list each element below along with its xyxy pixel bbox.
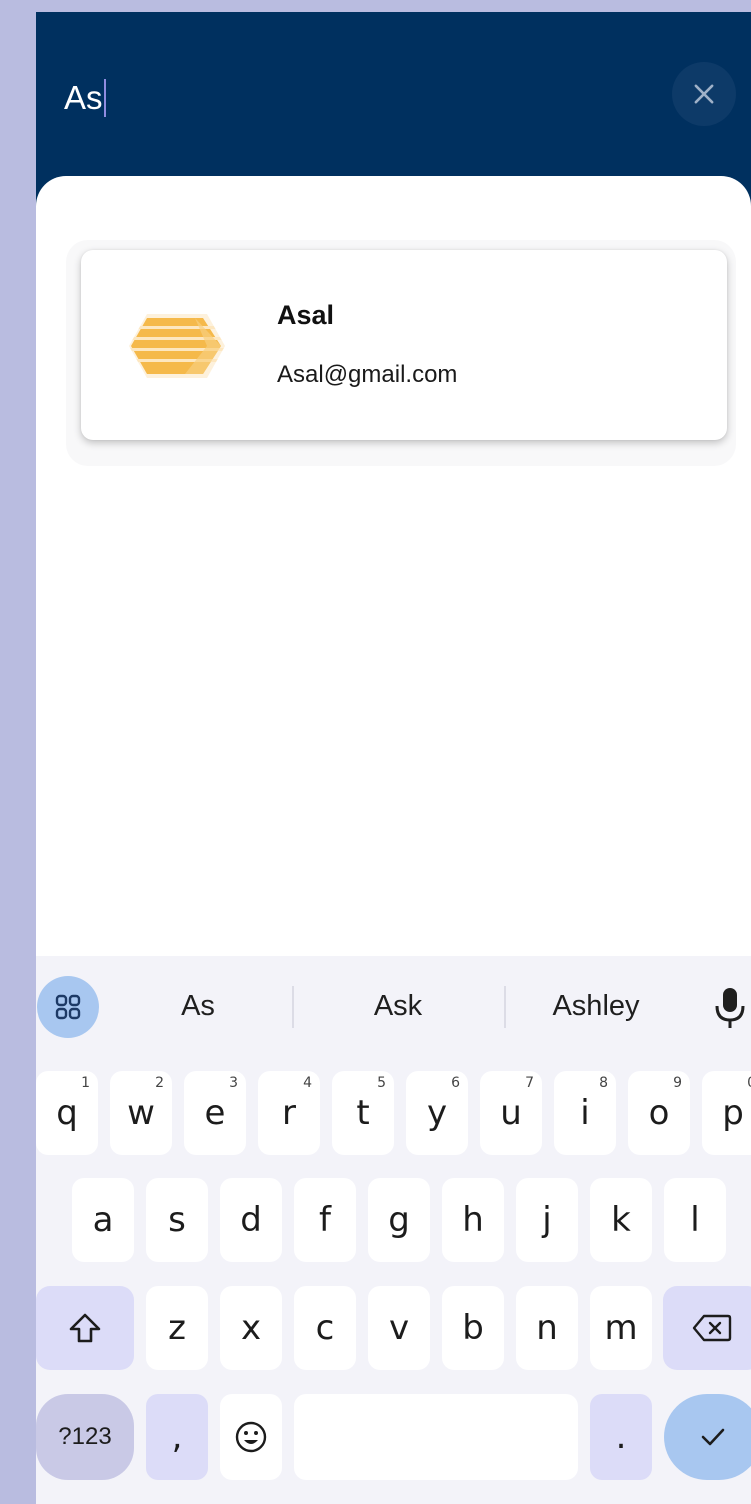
on-screen-keyboard: As Ask Ashley q1w2e3r4t5y6u7i8o9p0 asdfg… xyxy=(36,956,751,1504)
period-key[interactable]: . xyxy=(590,1394,652,1480)
key-number-hint: 5 xyxy=(377,1075,386,1091)
key-j[interactable]: j xyxy=(516,1178,578,1262)
key-number-hint: 6 xyxy=(451,1075,460,1091)
suggestion-3[interactable]: Ashley xyxy=(534,984,658,1028)
suggestion-divider xyxy=(504,986,506,1028)
keyboard-apps-button[interactable] xyxy=(37,976,99,1038)
key-label: o xyxy=(648,1093,670,1133)
phone-screen: As Asal Asal@gmail.com As Ask Ashley q 1… xyxy=(36,12,751,1504)
contact-name: Asal xyxy=(277,300,335,330)
key-number-hint: 8 xyxy=(599,1075,608,1091)
grid-icon xyxy=(55,994,81,1020)
emoji-icon xyxy=(235,1421,267,1453)
backspace-key[interactable] xyxy=(663,1286,751,1370)
hexagon-logo-icon xyxy=(129,314,225,378)
search-query: As xyxy=(64,79,103,116)
checkmark-icon xyxy=(701,1428,725,1446)
microphone-icon xyxy=(715,988,745,1028)
key-number-hint: 1 xyxy=(81,1075,90,1091)
key-w[interactable]: w2 xyxy=(110,1071,172,1155)
suggestion-divider xyxy=(292,986,294,1028)
key-k[interactable]: k xyxy=(590,1178,652,1262)
key-number-hint: 3 xyxy=(229,1075,238,1091)
key-number-hint: 2 xyxy=(155,1075,164,1091)
key-f[interactable]: f xyxy=(294,1178,356,1262)
key-label: i xyxy=(580,1093,590,1133)
close-button[interactable] xyxy=(672,62,736,126)
key-u[interactable]: u7 xyxy=(480,1071,542,1155)
shift-icon xyxy=(69,1313,101,1343)
key-g[interactable]: g xyxy=(368,1178,430,1262)
key-number-hint: 0 xyxy=(747,1075,751,1091)
key-r[interactable]: r4 xyxy=(258,1071,320,1155)
key-label: r xyxy=(282,1093,296,1133)
key-x[interactable]: x xyxy=(220,1286,282,1370)
key-q[interactable]: q1 xyxy=(36,1071,98,1155)
shift-key[interactable] xyxy=(36,1286,134,1370)
key-n[interactable]: n xyxy=(516,1286,578,1370)
key-l[interactable]: l xyxy=(664,1178,726,1262)
emoji-key[interactable] xyxy=(220,1394,282,1480)
key-label: q xyxy=(56,1093,78,1133)
key-number-hint: 9 xyxy=(673,1075,682,1091)
comma-key[interactable]: , xyxy=(146,1394,208,1480)
suggestion-2[interactable]: Ask xyxy=(336,984,460,1028)
key-d[interactable]: d xyxy=(220,1178,282,1262)
key-label: e xyxy=(204,1093,226,1133)
key-p[interactable]: p0 xyxy=(702,1071,751,1155)
key-number-hint: 4 xyxy=(303,1075,312,1091)
key-label: t xyxy=(356,1093,370,1133)
enter-key[interactable] xyxy=(664,1394,751,1480)
key-s[interactable]: s xyxy=(146,1178,208,1262)
backspace-icon xyxy=(692,1314,732,1342)
key-o[interactable]: o9 xyxy=(628,1071,690,1155)
suggestion-1[interactable]: As xyxy=(146,984,250,1028)
contact-email: Asal@gmail.com xyxy=(277,361,458,388)
period-key-label: . xyxy=(615,1417,627,1457)
text-caret xyxy=(103,79,106,117)
key-m[interactable]: m xyxy=(590,1286,652,1370)
key-y[interactable]: y6 xyxy=(406,1071,468,1155)
key-i[interactable]: i8 xyxy=(554,1071,616,1155)
contact-result-card[interactable]: Asal Asal@gmail.com xyxy=(81,250,727,440)
key-a[interactable]: a xyxy=(72,1178,134,1262)
voice-input-button[interactable] xyxy=(712,984,748,1037)
key-label: w xyxy=(127,1093,155,1133)
key-label: y xyxy=(426,1093,448,1133)
space-key[interactable] xyxy=(294,1394,578,1480)
key-label: p xyxy=(722,1093,744,1133)
key-e[interactable]: e3 xyxy=(184,1071,246,1155)
key-number-hint: 7 xyxy=(525,1075,534,1091)
search-input[interactable]: As xyxy=(64,78,106,118)
key-h[interactable]: h xyxy=(442,1178,504,1262)
key-label: u xyxy=(500,1093,522,1133)
close-icon xyxy=(694,84,714,104)
key-v[interactable]: v xyxy=(368,1286,430,1370)
comma-key-label: , xyxy=(171,1417,183,1457)
key-t[interactable]: t5 xyxy=(332,1071,394,1155)
symbols-key[interactable]: ?123 xyxy=(36,1394,134,1480)
key-b[interactable]: b xyxy=(442,1286,504,1370)
key-c[interactable]: c xyxy=(294,1286,356,1370)
key-z[interactable]: z xyxy=(146,1286,208,1370)
